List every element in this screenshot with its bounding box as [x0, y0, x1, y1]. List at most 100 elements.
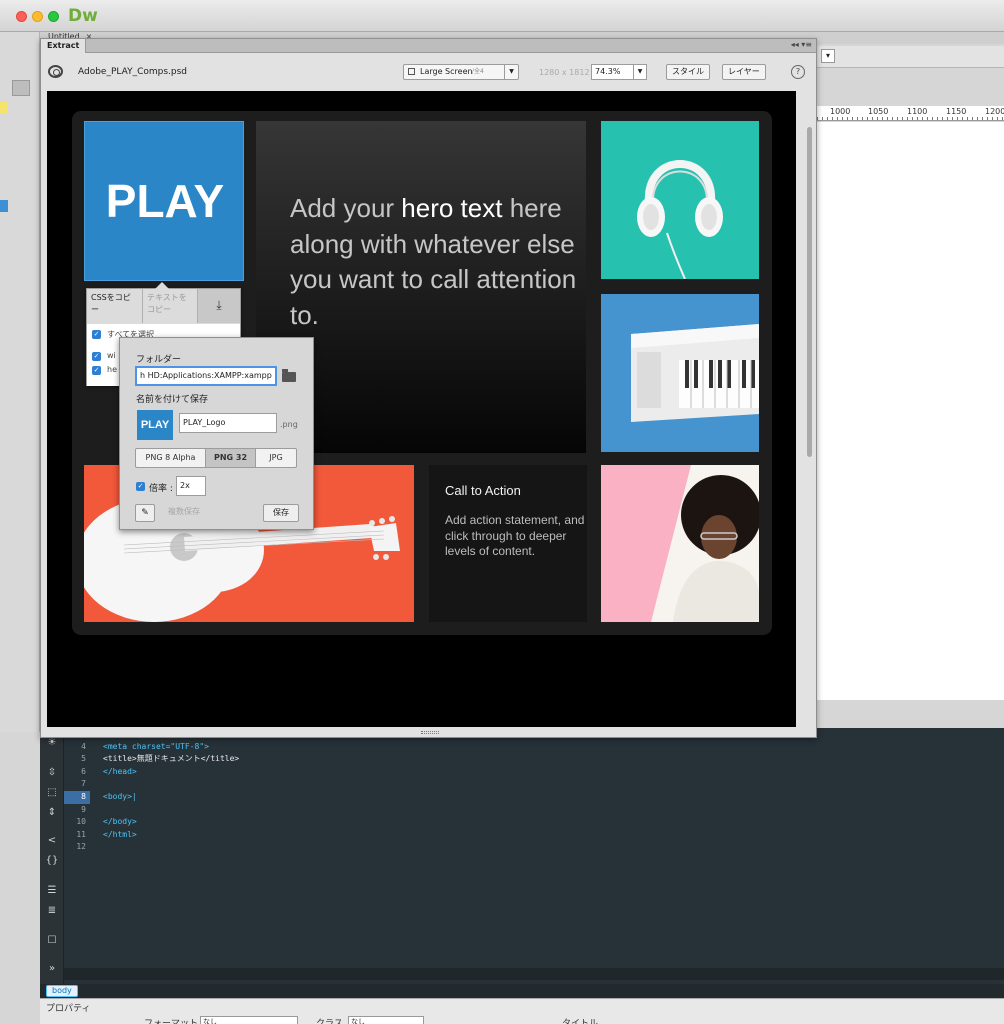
multi-save-button[interactable]: 複数保存 [158, 504, 210, 522]
device-label: Large Screen [420, 67, 473, 76]
headphones-image-tile[interactable] [601, 121, 759, 279]
cta-title: Call to Action [445, 483, 521, 498]
folder-icon[interactable] [282, 369, 296, 382]
line-number: 10 [76, 817, 86, 827]
minimize-window-button[interactable] [32, 11, 43, 22]
scale-label: 倍率 : [149, 484, 173, 494]
collapse-icon[interactable]: ☀ [44, 736, 60, 750]
chevron-down-icon[interactable]: ▾ [821, 49, 835, 63]
hidden-panel-edge [0, 200, 8, 212]
format-png32-button[interactable]: PNG 32 [206, 449, 256, 467]
checkbox-width[interactable]: ✓ [92, 352, 101, 361]
class-label: クラス [316, 1019, 343, 1024]
hidden-panel-edge [0, 102, 8, 114]
copy-css-button[interactable]: CSSをコピー [87, 289, 143, 323]
save-button[interactable]: 保存 [263, 504, 299, 522]
panel-menu-icon[interactable]: ◂◂ ▾≡ [791, 40, 812, 49]
code-line: <body>| [103, 791, 137, 801]
copy-text-button[interactable]: テキストをコピー [143, 289, 198, 323]
ruler-tick: 1000 [829, 107, 852, 116]
synthesizer-illustration [631, 324, 759, 422]
styles-button[interactable]: スタイル [666, 64, 710, 80]
expand-all-icon[interactable]: ⇕ [44, 806, 60, 820]
play-logo-text: PLAY [105, 175, 225, 227]
line-number: 5 [81, 754, 86, 764]
window-titlebar: Dw [0, 0, 1004, 32]
collapse-tag-icon[interactable]: ⇳ [44, 766, 60, 780]
code-horizontal-scrollbar[interactable] [64, 968, 1004, 980]
code-line: <meta charset="UTF-8"> [103, 741, 209, 751]
cta-body: Add action statement, and click through … [445, 513, 585, 558]
collapse-selection-icon[interactable]: ⬚ [44, 786, 60, 800]
design-view-canvas[interactable] [817, 122, 1004, 700]
download-icon[interactable]: ⤓ [198, 289, 240, 323]
line-number: 6 [81, 766, 86, 776]
ruler-tick: 1050 [867, 107, 890, 116]
properties-tab[interactable]: プロパティ [46, 1001, 90, 1014]
call-to-action-tile[interactable]: Call to Action Add action statement, and… [429, 465, 587, 622]
line-number: 9 [81, 804, 86, 814]
code-line: <title>無題ドキュメント</title> [103, 754, 240, 764]
tag-selector-body[interactable]: body [46, 985, 78, 997]
close-window-button[interactable] [16, 11, 27, 22]
width-label: wi [107, 351, 116, 360]
layers-button[interactable]: レイヤー [722, 64, 766, 80]
portrait-image-tile[interactable] [601, 465, 759, 622]
creative-cloud-icon[interactable] [48, 65, 63, 78]
extract-vertical-scrollbar[interactable] [806, 91, 813, 727]
format-select[interactable]: なし [200, 1016, 298, 1024]
code-lines[interactable]: <head> <meta charset="UTF-8"> <title>無題ド… [103, 728, 803, 968]
save-as-label: 名前を付けて保存 [136, 395, 209, 405]
class-select[interactable]: なし [348, 1016, 424, 1024]
scrollbar-thumb[interactable] [807, 127, 812, 457]
height-label: he [107, 365, 117, 374]
synthesizer-image-tile[interactable] [601, 294, 759, 452]
hero-text-lead: Add your [290, 193, 402, 223]
chevron-down-icon: ▼ [504, 65, 518, 79]
scale-checkbox[interactable]: ✓ [136, 482, 145, 491]
zoom-select[interactable]: 74.3% ▼ [591, 64, 647, 80]
horizontal-ruler: 1000 1050 1100 1150 1200 [817, 106, 1004, 121]
line-number: 12 [76, 842, 86, 852]
format-jpg-button[interactable]: JPG [256, 449, 296, 467]
line-number: 4 [81, 741, 86, 751]
zoom-window-button[interactable] [48, 11, 59, 22]
coding-toolbar: ☀ ⇳ ⬚ ⇕ < {} ☰ ≣ ☐ » [40, 728, 64, 984]
device-count: /全4 [472, 68, 484, 75]
balance-braces-icon[interactable]: {} [44, 854, 60, 868]
filename-input[interactable]: PLAY_Logo [179, 413, 277, 433]
resize-grip[interactable] [421, 731, 439, 734]
title-label: タイトル [562, 1019, 599, 1024]
highlight-invalid-icon[interactable]: ≣ [44, 904, 60, 918]
hero-text: Add your hero text here along with whate… [290, 191, 580, 333]
left-tool-strip [0, 32, 40, 732]
line-number-active: 8 [64, 790, 90, 804]
play-logo-tile[interactable]: PLAY [84, 121, 244, 281]
headphones-illustration [637, 160, 723, 279]
chevron-down-icon: ▼ [633, 65, 646, 79]
format-segmented-control: PNG 8 Alpha PNG 32 JPG [135, 448, 297, 468]
zoom-value: 74.3% [595, 67, 621, 76]
folder-path-input[interactable]: h HD:Applications:XAMPP:xampp [135, 366, 277, 386]
comp-dimensions: 1280 x 1812 [539, 68, 590, 77]
select-parent-tag-icon[interactable]: < [44, 834, 60, 848]
extract-tab[interactable]: Extract [41, 39, 87, 53]
code-line: </html> [103, 829, 137, 839]
more-tools-icon[interactable]: » [44, 962, 60, 976]
document-toolbar: ▾ [815, 46, 1004, 68]
device-preview-select[interactable]: Large Screen /全4 ▼ [403, 64, 519, 80]
checkbox-select-all[interactable]: ✓ [92, 330, 101, 339]
comment-icon[interactable]: ☐ [44, 934, 60, 948]
scale-input[interactable]: 2x [176, 476, 206, 496]
help-icon[interactable]: ? [791, 65, 805, 79]
format-png8-button[interactable]: PNG 8 Alpha [136, 449, 206, 467]
line-numbers-icon[interactable]: ☰ [44, 884, 60, 898]
save-asset-dialog: フォルダー h HD:Applications:XAMPP:xampp 名前を付… [119, 337, 314, 530]
checkbox-height[interactable]: ✓ [92, 366, 101, 375]
eyedropper-icon[interactable]: ✎ [135, 504, 155, 522]
insert-panel-icon[interactable] [12, 80, 30, 96]
line-number-gutter: 3 4 5 6 7 8 9 10 11 12 [64, 728, 90, 968]
